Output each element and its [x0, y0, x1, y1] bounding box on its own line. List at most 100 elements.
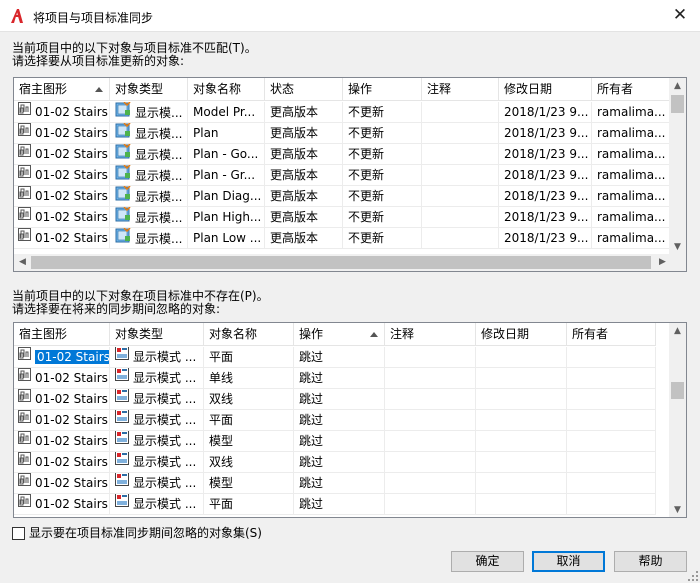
cell-text: 更高版本	[270, 105, 319, 119]
drawing-file-icon	[18, 368, 31, 388]
table-cell: 更高版本	[265, 102, 343, 123]
missing-header-5[interactable]: 修改日期	[476, 323, 567, 346]
missing-objects-table[interactable]: 宿主图形 对象类型 对象名称 操作 注释 修改日期 所有者 01-02 Stairs 显示模式…	[13, 322, 687, 518]
resize-grip-icon[interactable]	[688, 571, 698, 581]
missing-header-2[interactable]: 对象名称	[204, 323, 294, 346]
table-cell: 2018/1/23 9...	[499, 123, 592, 144]
drawing-file-icon	[18, 123, 31, 143]
mismatch-header-2[interactable]: 对象名称	[188, 78, 265, 101]
missing-label-line2: 请选择要在将来的同步期间忽略的对象:	[12, 302, 221, 316]
table-cell: 2018/1/23 9...	[499, 186, 592, 207]
table-cell: 01-02 Stairs	[14, 347, 110, 368]
table-cell	[567, 347, 656, 368]
table-cell: ramalima...	[592, 144, 670, 165]
table-cell	[422, 186, 499, 207]
scroll-left-icon[interactable]: ◀	[14, 254, 31, 271]
cell-text: 显示模式 ...	[133, 392, 197, 406]
cell-text: 不更新	[348, 231, 385, 245]
scroll-thumb-horizontal[interactable]	[31, 256, 651, 269]
display-style-icon	[115, 207, 131, 227]
cell-text: 01-02 Stairs	[35, 168, 108, 182]
cell-text: 01-02 Stairs	[35, 189, 108, 203]
mismatch-objects-table[interactable]: 宿主图形 对象类型 对象名称 状态 操作 注释 修改日期 所有者 01-02 Stairs 显示…	[13, 77, 687, 272]
drawing-file-icon	[18, 431, 31, 451]
mismatch-vertical-scrollbar[interactable]: ▲ ▼	[669, 78, 686, 256]
table-cell: 更高版本	[265, 123, 343, 144]
mismatch-label-line2: 请选择要从项目标准更新的对象:	[12, 54, 185, 68]
table-cell: 平面	[204, 494, 294, 515]
cell-text: 更高版本	[270, 147, 319, 161]
scroll-thumb[interactable]	[671, 95, 684, 113]
table-cell: ramalima...	[592, 102, 670, 123]
mismatch-header-6[interactable]: 修改日期	[499, 78, 592, 101]
window-title: 将项目与项目标准同步	[33, 11, 154, 25]
display-style-icon	[115, 228, 131, 248]
mismatch-header-1[interactable]: 对象类型	[110, 78, 188, 101]
table-cell: 单线	[204, 368, 294, 389]
table-cell: 显示模式 ...	[110, 347, 204, 368]
table-cell: ramalima...	[592, 165, 670, 186]
drawing-file-icon	[18, 494, 31, 514]
show-ignored-label[interactable]: 显示要在项目标准同步期间忽略的对象集(S)	[29, 526, 262, 541]
drawing-file-icon	[18, 347, 31, 367]
cell-text: 显示模式 ...	[133, 497, 197, 511]
mismatch-header-7[interactable]: 所有者	[592, 78, 670, 101]
cancel-button[interactable]: 取消	[532, 551, 605, 572]
table-cell: 跳过	[294, 494, 385, 515]
missing-header-4[interactable]: 注释	[385, 323, 476, 346]
table-cell: 不更新	[343, 102, 422, 123]
display-style-icon	[115, 473, 129, 493]
scroll-down-icon[interactable]: ▼	[669, 502, 686, 517]
scroll-up-icon[interactable]: ▲	[669, 323, 686, 340]
missing-vertical-scrollbar[interactable]: ▲ ▼	[669, 323, 686, 517]
column-header-label: 修改日期	[481, 327, 530, 341]
cell-text: 平面	[209, 350, 234, 364]
table-cell: 不更新	[343, 165, 422, 186]
missing-header-0[interactable]: 宿主图形	[14, 323, 110, 346]
help-button[interactable]: 帮助	[614, 551, 687, 572]
column-header-label: 宿主图形	[19, 327, 68, 341]
ok-button[interactable]: 确定	[451, 551, 524, 572]
cell-text: 显示模...	[135, 148, 183, 162]
cell-text: ramalima...	[597, 105, 666, 119]
mismatch-horizontal-scrollbar[interactable]: ◀ ▶	[14, 254, 671, 271]
cell-text: 模型	[209, 434, 234, 448]
missing-header-1[interactable]: 对象类型	[110, 323, 204, 346]
missing-section-label: 当前项目中的以下对象在项目标准中不存在(P)。 请选择要在将来的同步期间忽略的对…	[12, 290, 269, 316]
missing-header-3[interactable]: 操作	[294, 323, 385, 346]
cell-text: 显示模...	[135, 127, 183, 141]
cell-text: Model Pr...	[193, 105, 256, 119]
missing-header-6[interactable]: 所有者	[567, 323, 656, 346]
table-cell	[567, 389, 656, 410]
mismatch-table-header: 宿主图形 对象类型 对象名称 状态 操作 注释 修改日期 所有者	[14, 78, 670, 101]
table-cell: 01-02 Stairs	[14, 368, 110, 389]
table-cell: 显示模...	[110, 228, 188, 249]
table-cell: 显示模式 ...	[110, 431, 204, 452]
table-cell	[567, 431, 656, 452]
mismatch-header-5[interactable]: 注释	[422, 78, 499, 101]
show-ignored-checkbox[interactable]	[12, 527, 25, 540]
scroll-up-icon[interactable]: ▲	[669, 78, 686, 95]
close-button[interactable]: ✕	[660, 0, 700, 32]
cell-text: 01-02 Stairs	[35, 210, 108, 224]
title-bar: 将项目与项目标准同步 ✕	[0, 0, 700, 32]
scroll-thumb[interactable]	[671, 382, 684, 399]
table-cell: 显示模式 ...	[110, 368, 204, 389]
cell-text: ramalima...	[597, 189, 666, 203]
mismatch-header-4[interactable]: 操作	[343, 78, 422, 101]
display-style-icon	[115, 368, 129, 388]
table-cell: 双线	[204, 389, 294, 410]
table-cell: 不更新	[343, 228, 422, 249]
cell-text: 2018/1/23 9...	[504, 168, 589, 182]
cell-text: Plan	[193, 126, 219, 140]
mismatch-header-3[interactable]: 状态	[265, 78, 343, 101]
display-style-icon	[115, 410, 129, 430]
table-cell: 跳过	[294, 431, 385, 452]
column-header-label: 对象类型	[115, 82, 164, 96]
mismatch-header-0[interactable]: 宿主图形	[14, 78, 110, 101]
table-cell	[476, 410, 567, 431]
table-cell: 01-02 Stairs	[14, 123, 110, 144]
cell-text: 显示模式 ...	[133, 476, 197, 490]
table-cell	[422, 165, 499, 186]
table-cell	[422, 207, 499, 228]
